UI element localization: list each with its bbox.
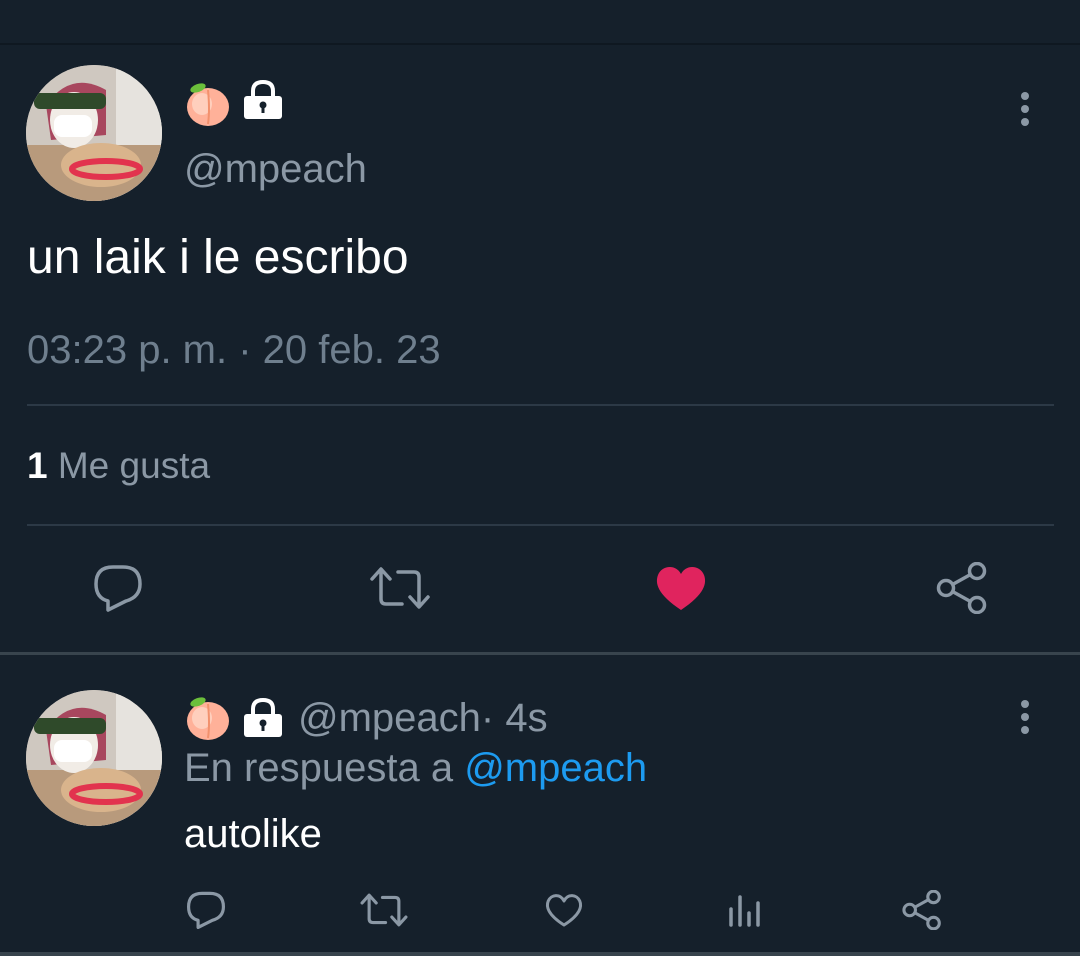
like-button[interactable]: [653, 560, 709, 616]
avatar-image: [26, 690, 162, 826]
replying-to-mention[interactable]: @mpeach: [464, 746, 647, 790]
reply-time: · 4s: [480, 695, 548, 740]
reply-analytics-button[interactable]: [722, 888, 766, 932]
more-vertical-icon: [1021, 92, 1029, 126]
analytics-icon: [729, 895, 760, 927]
reply-more-options-button[interactable]: [1005, 692, 1045, 742]
share-icon: [902, 890, 941, 930]
avatar-image: [26, 65, 162, 201]
bottom-divider: [0, 952, 1080, 956]
tweet-detail-screen: @mpeach un laik i le escribo 03:23 p. m.…: [0, 0, 1080, 956]
peach-emoji: [184, 694, 232, 742]
section-divider: [0, 652, 1080, 655]
reply-header: @mpeach · 4s: [184, 693, 548, 743]
author-handle[interactable]: @mpeach: [184, 145, 367, 193]
reply-icon: [94, 565, 142, 612]
reply-like-button[interactable]: [542, 888, 586, 932]
more-options-button[interactable]: [1005, 84, 1045, 134]
avatar[interactable]: [26, 65, 162, 201]
divider: [27, 404, 1054, 406]
tweet-timestamp[interactable]: 03:23 p. m. · 20 feb. 23: [27, 325, 441, 375]
heart-icon: [545, 894, 583, 927]
peach-emoji: [184, 80, 232, 133]
retweet-icon: [370, 567, 430, 609]
replying-to-label: En respuesta a: [184, 746, 454, 790]
reply-retweet-button[interactable]: [359, 888, 409, 932]
likes-label: Me gusta: [57, 445, 211, 486]
more-vertical-icon: [1021, 700, 1029, 734]
reply-reply-button[interactable]: [184, 888, 228, 932]
reply-avatar[interactable]: [26, 690, 162, 826]
divider: [27, 524, 1054, 526]
reply-icon: [187, 891, 226, 929]
share-icon: [936, 562, 987, 614]
reply-text: autolike: [184, 812, 322, 856]
reply-button[interactable]: [88, 560, 148, 616]
likes-count: 1: [27, 445, 48, 486]
lock-icon: [242, 697, 284, 738]
share-button[interactable]: [934, 560, 990, 616]
reply-share-button[interactable]: [900, 888, 944, 932]
retweet-button[interactable]: [369, 560, 431, 616]
top-divider: [0, 43, 1080, 45]
lock-icon: [242, 79, 284, 125]
likes-count-row[interactable]: 1 Me gusta: [27, 443, 210, 489]
replying-to-line: En respuesta a @mpeach: [184, 744, 647, 792]
tweet-text: un laik i le escribo: [27, 231, 409, 284]
retweet-icon: [360, 893, 408, 927]
reply-author-handle[interactable]: @mpeach: [298, 696, 481, 741]
heart-icon: [656, 566, 706, 610]
